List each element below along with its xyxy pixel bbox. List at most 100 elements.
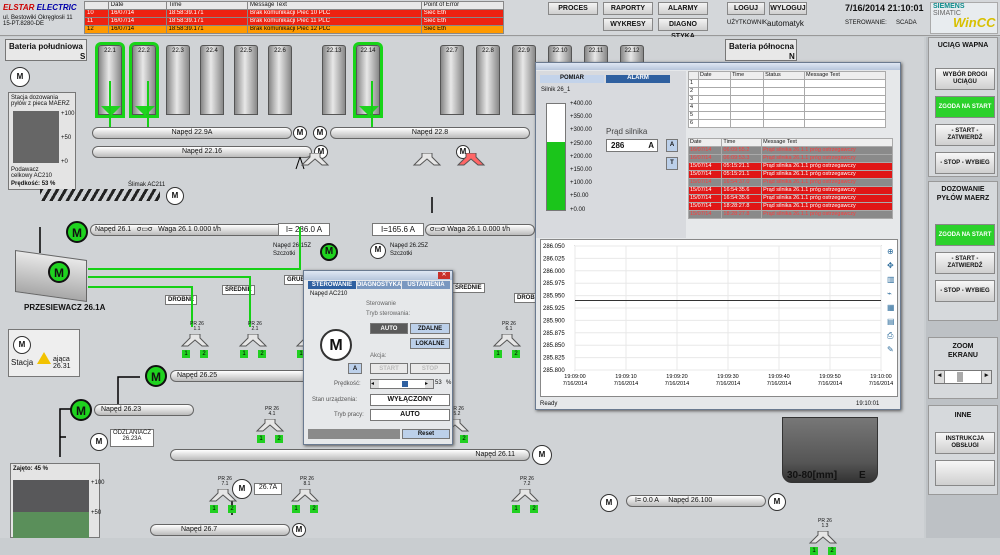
splitter[interactable] (492, 333, 522, 348)
alarm-row[interactable]: 12 16/07/14 18:58:39.171 Brak komunikacji P… (84, 25, 505, 34)
tab-diagnostyka[interactable]: DIAGNOSTYKA (357, 281, 401, 289)
proces-button[interactable]: PROCES (548, 2, 598, 15)
alarm-list-row[interactable]: 15/07/14 18:28:27.8 Prąd silnika 26.1.1 pr… (687, 202, 893, 211)
splitter[interactable] (300, 152, 330, 167)
naped-dialog[interactable]: ✕ STEROWANIE DIAGNOSTYKA USTAWIENIA Napę… (303, 270, 453, 445)
chart-toolbar-icon[interactable]: ⊕ (887, 247, 894, 256)
trend-window-titlebar[interactable] (536, 63, 900, 70)
naped-26100-pipe[interactable]: I= 0.0 A Napęd 26.100 (626, 495, 766, 507)
chart-toolbar-icon[interactable]: ⎙ (887, 331, 894, 340)
alarm-list-row[interactable]: 16/07/14 06:09:55.2 Prąd silnika 26.1.1 pr… (687, 146, 893, 155)
alarm-cell: 16/07/14 (107, 9, 167, 18)
naped-2625-pipe[interactable]: Napęd 26.25 (170, 370, 310, 382)
table-row[interactable]: 4 (688, 103, 886, 112)
alarm-list-table[interactable]: Date Time Message Text 16/07/14 06:09:55.2 Pr… (687, 138, 893, 219)
splitter[interactable] (510, 488, 540, 503)
alarm-list-row[interactable]: 15/07/14 05:15:21.1 Prąd silnika 26.1.1 pr… (687, 170, 893, 179)
naped-267-pipe[interactable]: Napęd 26.7 (150, 524, 290, 536)
zgoda-start-1-button[interactable]: ZGODA NA START (935, 96, 995, 118)
splitter[interactable] (412, 152, 442, 167)
y-tick-label: 286.025 (543, 256, 565, 262)
alarm-col-header: Date (107, 1, 167, 10)
splitter[interactable] (290, 488, 320, 503)
splitter[interactable] (180, 333, 210, 348)
alarm-list-row[interactable]: 15/07/14 16:54:37.0 Prąd silnika 26.1.1 pr… (687, 178, 893, 187)
small-alarm-table[interactable]: Date Time Status Message Text 1 2 3 4 5 6 (688, 71, 886, 128)
zoom-slider[interactable]: ◂ ▸ (934, 370, 992, 384)
lokalne-button[interactable]: LOKALNE (410, 338, 450, 349)
tab-ustawienia[interactable]: USTAWIENIA (402, 281, 450, 289)
loguj-button[interactable]: LOGUJ (727, 2, 765, 15)
splitter[interactable] (238, 333, 268, 348)
chart-toolbar-icon[interactable]: ▥ (887, 275, 895, 284)
start-button[interactable]: START (370, 363, 408, 374)
speed-slider-thumb[interactable] (402, 381, 409, 387)
close-icon[interactable]: ✕ (438, 272, 450, 279)
chart-toolbar-icon[interactable]: ⌁ (887, 289, 892, 298)
instrukcja-button[interactable]: INSTRUKCJA OBSŁUGI (935, 432, 995, 454)
raporty-button[interactable]: RAPORTY (603, 2, 653, 15)
chart-toolbar-icon[interactable]: ▤ (887, 317, 895, 326)
motor-icon[interactable]: M (90, 433, 108, 451)
wybor-drogi-button[interactable]: WYBÓR DROGI UCIĄGU (935, 68, 995, 90)
odzlaniacz-box[interactable]: ODZLANIACZ 26.23A (110, 429, 154, 447)
start-zatwierdz-1-button[interactable]: - START - ZATWIERDŹ (935, 124, 995, 146)
table-row[interactable]: 6 (688, 119, 886, 128)
dialog-a-button[interactable]: A (348, 363, 362, 374)
route-indicator: 1 (182, 350, 190, 358)
table-cell (730, 103, 765, 112)
alarmy-button[interactable]: ALARMY (658, 2, 708, 15)
zajetosc-tank (13, 480, 89, 538)
chart-toolbar-icon[interactable]: ▦ (887, 303, 895, 312)
chart-toolbar-icon[interactable]: ✎ (887, 345, 894, 354)
alarm-list-row[interactable]: 15/07/14 05:15:21.1 Prąd silnika 26.1.1 pr… (687, 162, 893, 171)
reset-button[interactable]: Reset (402, 429, 450, 439)
table-row[interactable]: 2 (688, 87, 886, 96)
alarm-list-row[interactable]: 15/07/14 16:54:35.6 Prąd silnika 26.1.1 pr… (687, 186, 893, 195)
stop-button[interactable]: STOP (410, 363, 450, 374)
naped-2611-pipe[interactable]: Napęd 26.11 (170, 449, 530, 461)
splitter[interactable] (456, 152, 486, 167)
motor-icon[interactable]: M (70, 399, 92, 421)
motor-icon[interactable]: M (768, 493, 786, 511)
alarm-table[interactable]: Date Time Message Text Point of Error 10 16/0… (84, 1, 505, 34)
motor-icon[interactable]: M (145, 365, 167, 387)
speed-slider[interactable]: ◂ ▸ (370, 379, 434, 389)
auto-button[interactable]: AUTO (370, 323, 408, 334)
motor-icon[interactable]: M (532, 445, 552, 465)
stop-wybieg-1-button[interactable]: - STOP - WYBIEG (935, 152, 995, 174)
stacja-box[interactable]: M Stacja ająca 26.31 (8, 329, 80, 377)
naped-2623-pipe[interactable]: Napęd 26.23 (94, 404, 194, 416)
alarm-list-row[interactable]: 15/07/14 18:28:27.8 Prąd silnika 26.1.1 pr… (687, 210, 893, 219)
diagnostyka-button[interactable]: DIAGNO STYKA (658, 18, 708, 40)
alarm-row[interactable]: 10 16/07/14 18:58:39.171 Brak komunikacji P… (84, 9, 505, 18)
table-row[interactable]: 1 (688, 79, 886, 88)
start-zatwierdz-2-button[interactable]: - START - ZATWIERDŹ (935, 252, 995, 274)
table-row[interactable]: 5 (688, 111, 886, 120)
trend-window[interactable]: POMIAR ALARM Silnik 26_1 +400.00 +350.00 +… (535, 62, 901, 410)
zdalne-button[interactable]: ZDALNE (410, 323, 450, 334)
table-row[interactable]: 3 (688, 95, 886, 104)
motor-icon[interactable]: M (232, 479, 252, 499)
splitter[interactable] (255, 418, 285, 433)
motor-icon[interactable]: M (600, 494, 618, 512)
chart-toolbar-icon[interactable]: ✥ (887, 261, 894, 270)
empty-button[interactable] (935, 460, 995, 486)
tab-sterowanie[interactable]: STEROWANIE (308, 281, 356, 289)
zgoda-start-2-button[interactable]: ZGODA NA START (935, 224, 995, 246)
wyloguj-button[interactable]: WYLOGUJ (769, 2, 807, 15)
tab-alarm[interactable]: ALARM (606, 75, 670, 83)
tab-pomiar[interactable]: POMIAR (540, 75, 604, 83)
alarm-list-row[interactable]: 16/07/14 06:09:53.3 Prąd silnika 26.1.1 pr… (687, 154, 893, 163)
dialog-titlebar[interactable]: ✕ (304, 271, 452, 280)
alarm-row[interactable]: 11 16/07/14 18:58:39.171 Brak komunikacji P… (84, 17, 505, 26)
trend-chart[interactable]: 286.050 286.025 286.000 285.975 285.950 285.9… (540, 239, 898, 397)
a-button[interactable]: A (666, 139, 678, 152)
motor-icon[interactable]: M (292, 523, 306, 537)
wykresy-button[interactable]: WYKRESY (603, 18, 653, 31)
alarm-list-row[interactable]: 15/07/14 16:54:35.6 Prąd silnika 26.1.1 pr… (687, 194, 893, 203)
alarm-list-cell: Prąd silnika 26.1.1 próg ostrzegawczy (761, 154, 893, 163)
splitter[interactable] (808, 530, 838, 545)
stop-wybieg-2-button[interactable]: - STOP - WYBIEG (935, 280, 995, 302)
t-button[interactable]: T (666, 157, 678, 170)
